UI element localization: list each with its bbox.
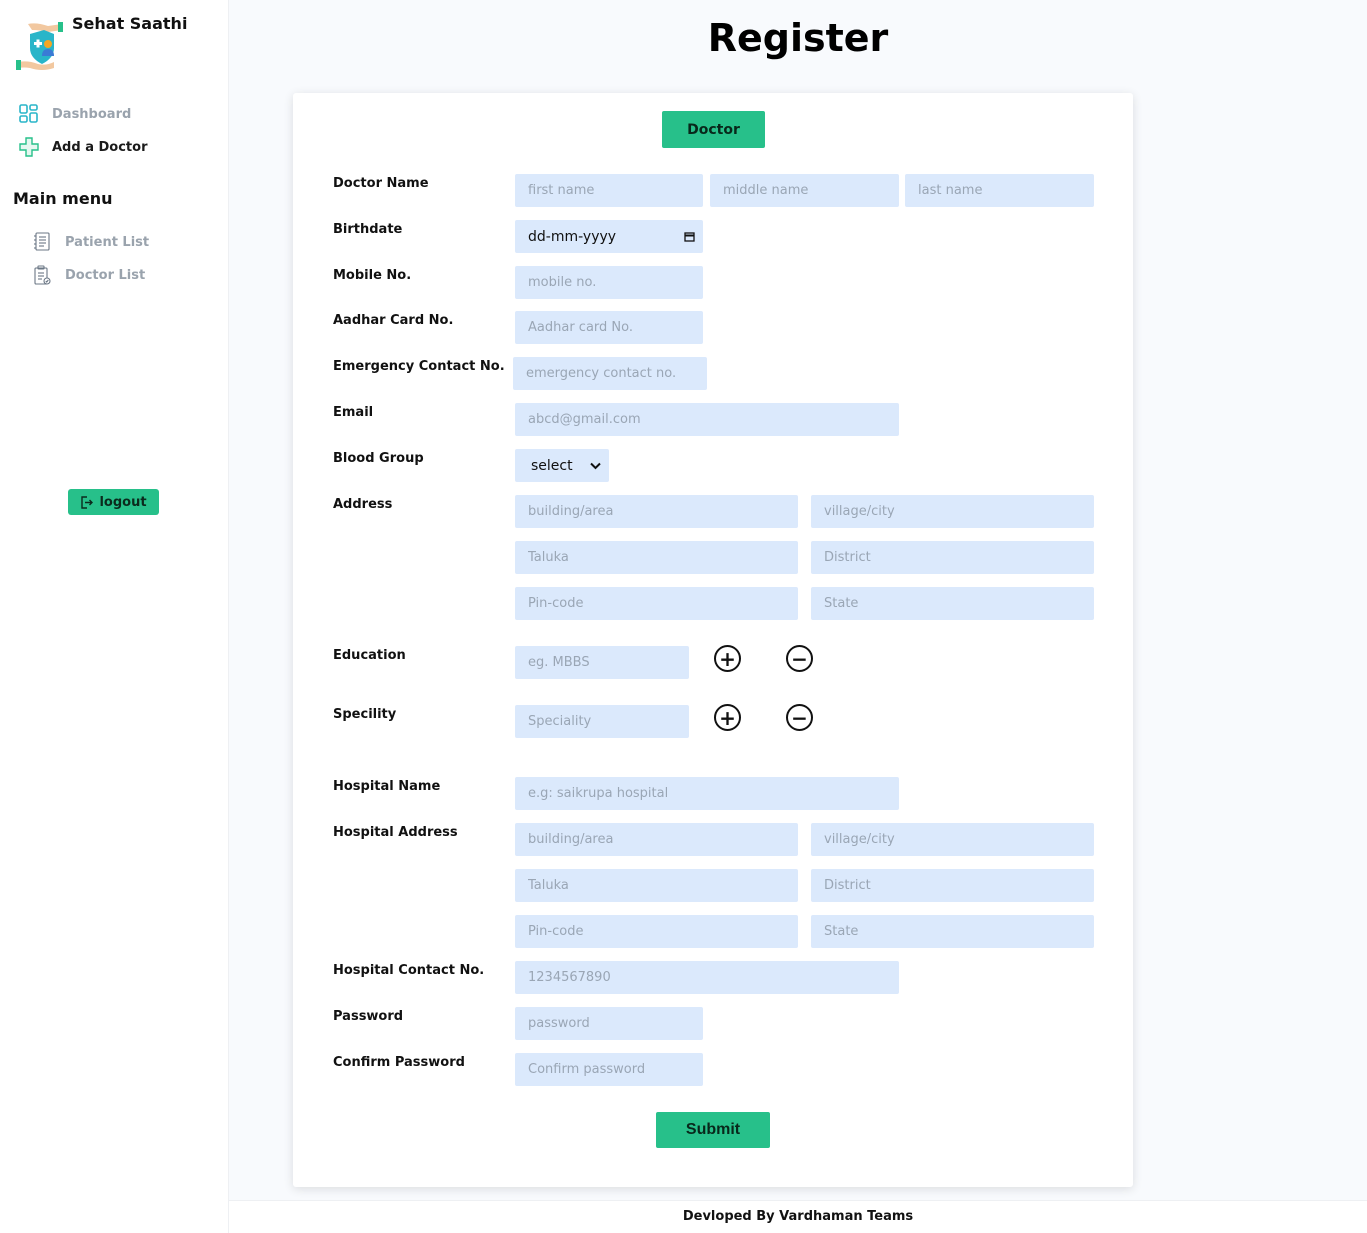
- birthdate-label: Birthdate: [333, 222, 403, 237]
- hospital-contact-label: Hospital Contact No.: [333, 963, 485, 978]
- speciality-input[interactable]: [515, 705, 689, 738]
- password-label: Password: [333, 1009, 404, 1024]
- logout-icon: [81, 495, 94, 509]
- brand-title: Sehat Saathi: [72, 14, 188, 33]
- mobile-label: Mobile No.: [333, 268, 412, 283]
- hospital-district-input[interactable]: [811, 869, 1094, 902]
- address-pincode-input[interactable]: [515, 587, 798, 620]
- hospital-address-label: Hospital Address: [333, 825, 458, 840]
- email-input[interactable]: [515, 403, 899, 436]
- footer-text: Devloped By Vardhaman Teams: [682, 1209, 914, 1224]
- hospital-building-input[interactable]: [515, 823, 798, 856]
- dashboard-grid-icon: [18, 103, 40, 125]
- blood-group-selected: select: [531, 457, 573, 474]
- hospital-state-input[interactable]: [811, 915, 1094, 948]
- chevron-down-icon: [590, 462, 601, 469]
- doctor-name-label: Doctor Name: [333, 176, 429, 191]
- main-menu-heading: Main menu: [13, 189, 113, 208]
- confirm-password-input[interactable]: [515, 1053, 703, 1086]
- logout-label: logout: [99, 494, 147, 510]
- emergency-contact-label: Emergency Contact No.: [333, 359, 505, 374]
- last-name-input[interactable]: [905, 174, 1094, 207]
- plus-icon: +: [719, 705, 736, 730]
- plus-icon: +: [719, 646, 736, 671]
- emergency-contact-input[interactable]: [513, 357, 707, 390]
- sidebar: Sehat Saathi Dashboard Add a Doctor Main…: [0, 0, 229, 1233]
- minus-icon: −: [791, 705, 808, 730]
- sidebar-item-doctor-list[interactable]: Doctor List: [31, 262, 145, 288]
- middle-name-input[interactable]: [710, 174, 899, 207]
- add-speciality-button[interactable]: +: [714, 704, 741, 731]
- minus-icon: −: [791, 646, 808, 671]
- sidebar-item-patient-list[interactable]: Patient List: [31, 229, 149, 255]
- hospital-village-input[interactable]: [811, 823, 1094, 856]
- calendar-icon[interactable]: [684, 231, 695, 242]
- hospital-taluka-input[interactable]: [515, 869, 798, 902]
- education-label: Education: [333, 648, 406, 663]
- doctor-report-icon: [31, 264, 53, 286]
- education-input[interactable]: [515, 646, 689, 679]
- first-name-input[interactable]: [515, 174, 703, 207]
- address-district-input[interactable]: [811, 541, 1094, 574]
- health-hands-logo-icon: [16, 22, 63, 70]
- birthdate-value: dd-mm-yyyy: [528, 228, 617, 245]
- medical-cross-icon: [18, 136, 40, 158]
- role-tab-doctor[interactable]: Doctor: [662, 111, 765, 148]
- blood-group-label: Blood Group: [333, 451, 424, 466]
- add-education-button[interactable]: +: [714, 645, 741, 672]
- address-building-input[interactable]: [515, 495, 798, 528]
- hospital-name-label: Hospital Name: [333, 779, 441, 794]
- aadhar-label: Aadhar Card No.: [333, 313, 454, 328]
- footer: Devloped By Vardhaman Teams: [229, 1200, 1367, 1233]
- sidebar-item-add-doctor[interactable]: Add a Doctor: [18, 134, 147, 160]
- register-form-card: [293, 93, 1133, 1187]
- page-title: Register: [707, 16, 889, 60]
- hospital-pincode-input[interactable]: [515, 915, 798, 948]
- submit-button[interactable]: Submit: [656, 1112, 770, 1148]
- blood-group-select[interactable]: select: [515, 449, 609, 482]
- sidebar-item-label: Doctor List: [65, 267, 146, 283]
- address-state-input[interactable]: [811, 587, 1094, 620]
- sidebar-item-label: Add a Doctor: [52, 139, 148, 155]
- clipboard-list-icon: [31, 231, 53, 253]
- remove-speciality-button[interactable]: −: [786, 704, 813, 731]
- confirm-password-label: Confirm Password: [333, 1055, 465, 1070]
- address-taluka-input[interactable]: [515, 541, 798, 574]
- logout-button[interactable]: logout: [68, 489, 159, 515]
- email-label: Email: [333, 405, 374, 420]
- speciality-label: Specility: [333, 707, 397, 722]
- sidebar-item-dashboard[interactable]: Dashboard: [18, 101, 131, 127]
- address-label: Address: [333, 497, 393, 512]
- address-village-input[interactable]: [811, 495, 1094, 528]
- brand: Sehat Saathi: [14, 14, 224, 74]
- birthdate-input[interactable]: dd-mm-yyyy: [515, 220, 703, 253]
- sidebar-item-label: Dashboard: [52, 106, 132, 122]
- remove-education-button[interactable]: −: [786, 645, 813, 672]
- hospital-contact-input[interactable]: [515, 961, 899, 994]
- mobile-input[interactable]: [515, 266, 703, 299]
- aadhar-input[interactable]: [515, 311, 703, 344]
- password-input[interactable]: [515, 1007, 703, 1040]
- hospital-name-input[interactable]: [515, 777, 899, 810]
- sidebar-item-label: Patient List: [65, 234, 150, 250]
